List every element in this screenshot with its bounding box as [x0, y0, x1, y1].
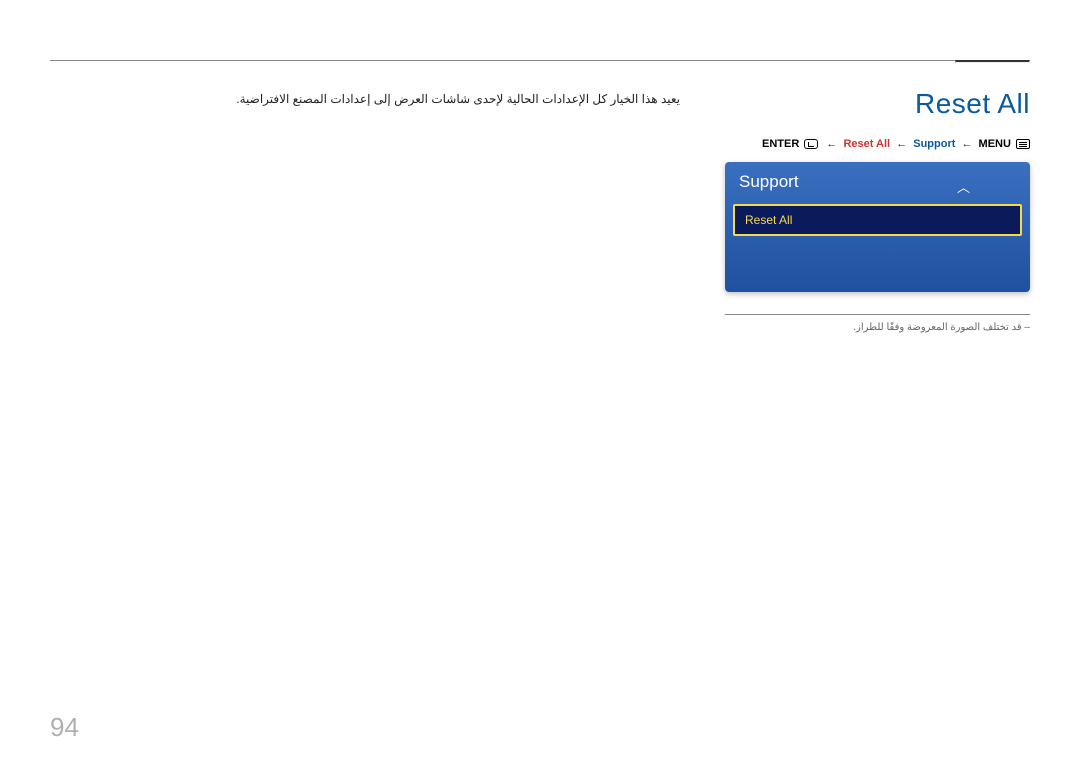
breadcrumb-support: Support [913, 138, 955, 150]
accent-rule [955, 60, 1030, 63]
breadcrumb: ENTER ← Reset All ← Support ← MENU [762, 138, 1030, 150]
page-description: يعيد هذا الخيار كل الإعدادات الحالية لإح… [50, 92, 680, 106]
osd-header: Support ︿ [725, 162, 1030, 200]
top-rule [50, 60, 1030, 61]
arrow-icon-3: ← [961, 138, 972, 150]
page-number: 94 [50, 712, 79, 743]
osd-item-reset-all[interactable]: Reset All [733, 204, 1022, 236]
osd-header-label: Support [739, 172, 799, 191]
breadcrumb-enter: ENTER [762, 138, 799, 150]
breadcrumb-reset-all: Reset All [843, 138, 890, 150]
osd-panel: Support ︿ Reset All [725, 162, 1030, 292]
footnote-rule [725, 314, 1030, 315]
menu-icon [1016, 139, 1030, 149]
arrow-icon-2: ← [896, 138, 907, 150]
arrow-icon-1: ← [826, 138, 837, 150]
enter-icon [804, 139, 818, 149]
footnote-text: قد تختلف الصورة المعروضة وفقًا للطراز. [853, 322, 1021, 333]
chevron-up-icon[interactable]: ︿ [957, 177, 970, 196]
footnote: – قد تختلف الصورة المعروضة وفقًا للطراز. [725, 322, 1030, 333]
page-title: Reset All [915, 88, 1030, 120]
breadcrumb-menu: MENU [979, 138, 1011, 150]
